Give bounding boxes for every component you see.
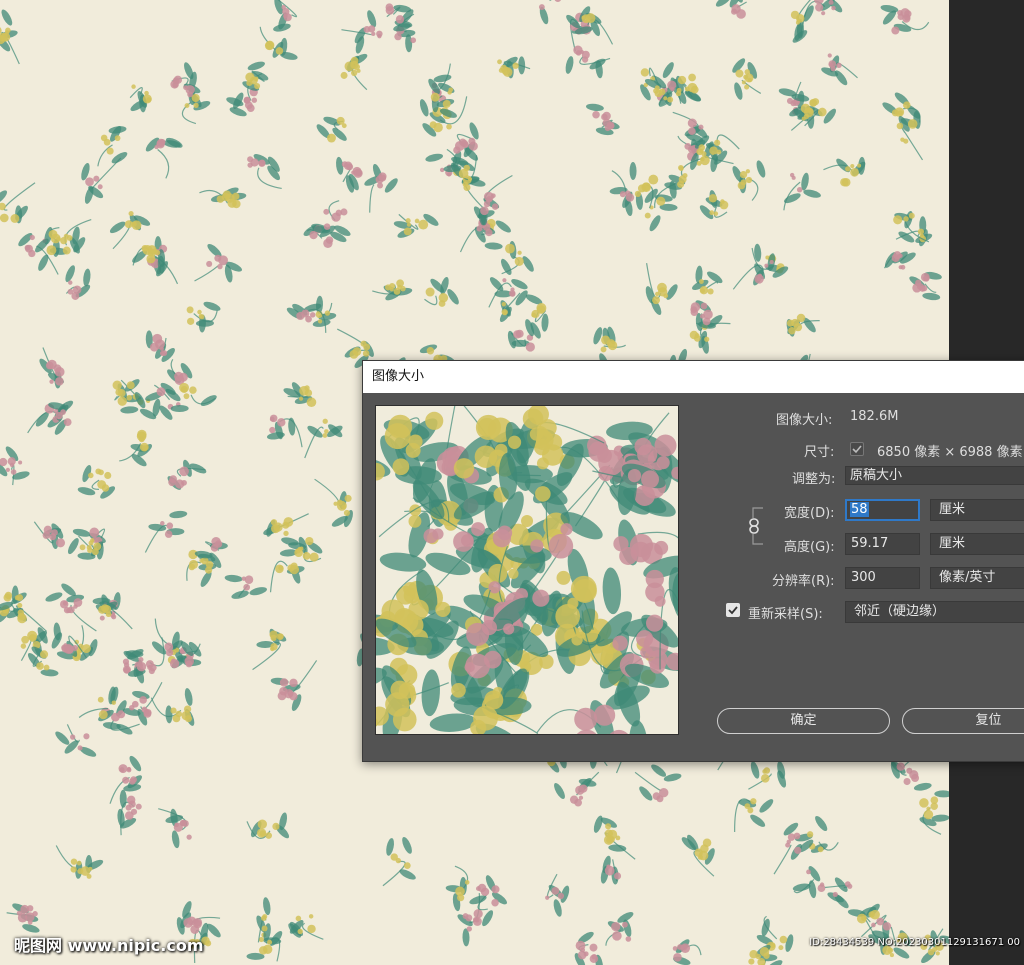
width-unit-dropdown[interactable]: 厘米 bbox=[930, 499, 1024, 521]
checkbox-check-icon bbox=[852, 445, 862, 454]
image-preview[interactable] bbox=[375, 405, 679, 735]
id-watermark: ID:28434539 NO:20230301129131671 00 bbox=[809, 937, 1020, 948]
resolution-label: 分辨率(R): bbox=[772, 574, 835, 589]
height-input[interactable]: 59.17 bbox=[845, 533, 920, 555]
height-unit: 厘米 bbox=[939, 536, 966, 551]
resolution-unit: 像素/英寸 bbox=[939, 570, 996, 585]
width-value: 58 bbox=[850, 502, 869, 517]
resolution-input[interactable]: 300 bbox=[845, 567, 920, 589]
dimensions-value: 6850 像素 × 6988 像素 bbox=[877, 445, 1023, 460]
site-watermark: 昵图网 www.nipic.com bbox=[14, 936, 204, 955]
width-unit: 厘米 bbox=[939, 502, 966, 517]
dialog-title: 图像大小 bbox=[363, 361, 1024, 393]
chain-link-icon[interactable] bbox=[746, 518, 762, 534]
fit-to-value: 原稿大小 bbox=[850, 468, 903, 483]
height-unit-dropdown[interactable]: 厘米 bbox=[930, 533, 1024, 555]
resolution-unit-dropdown[interactable]: 像素/英寸 bbox=[930, 567, 1024, 589]
height-value: 59.17 bbox=[851, 536, 889, 551]
width-input[interactable]: 58 bbox=[845, 499, 920, 521]
resample-value: 邻近（硬边缘） bbox=[854, 604, 946, 619]
resolution-value: 300 bbox=[851, 570, 876, 585]
resample-dropdown[interactable]: 邻近（硬边缘） bbox=[845, 601, 1024, 623]
image-size-label: 图像大小: bbox=[776, 413, 833, 428]
ok-button[interactable]: 确定 bbox=[717, 708, 890, 734]
height-label: 高度(G): bbox=[784, 540, 835, 555]
dimensions-checkbox[interactable] bbox=[850, 442, 864, 456]
reset-button[interactable]: 复位 bbox=[902, 708, 1024, 734]
image-size-value: 182.6M bbox=[850, 409, 899, 424]
fit-to-dropdown[interactable]: 原稿大小 bbox=[845, 466, 1024, 485]
dimensions-label: 尺寸: bbox=[804, 445, 835, 460]
resample-label[interactable]: 重新采样(S): bbox=[748, 603, 823, 622]
resample-checkbox[interactable] bbox=[726, 603, 740, 617]
fit-to-label: 调整为: bbox=[792, 472, 836, 487]
width-label: 宽度(D): bbox=[784, 506, 835, 521]
checkbox-check-icon bbox=[728, 606, 738, 615]
image-size-dialog: 图像大小 图像大小: 182.6M 尺寸: 6850 像素 × 6988 像素 … bbox=[362, 360, 1024, 762]
preview-floral bbox=[376, 406, 678, 734]
